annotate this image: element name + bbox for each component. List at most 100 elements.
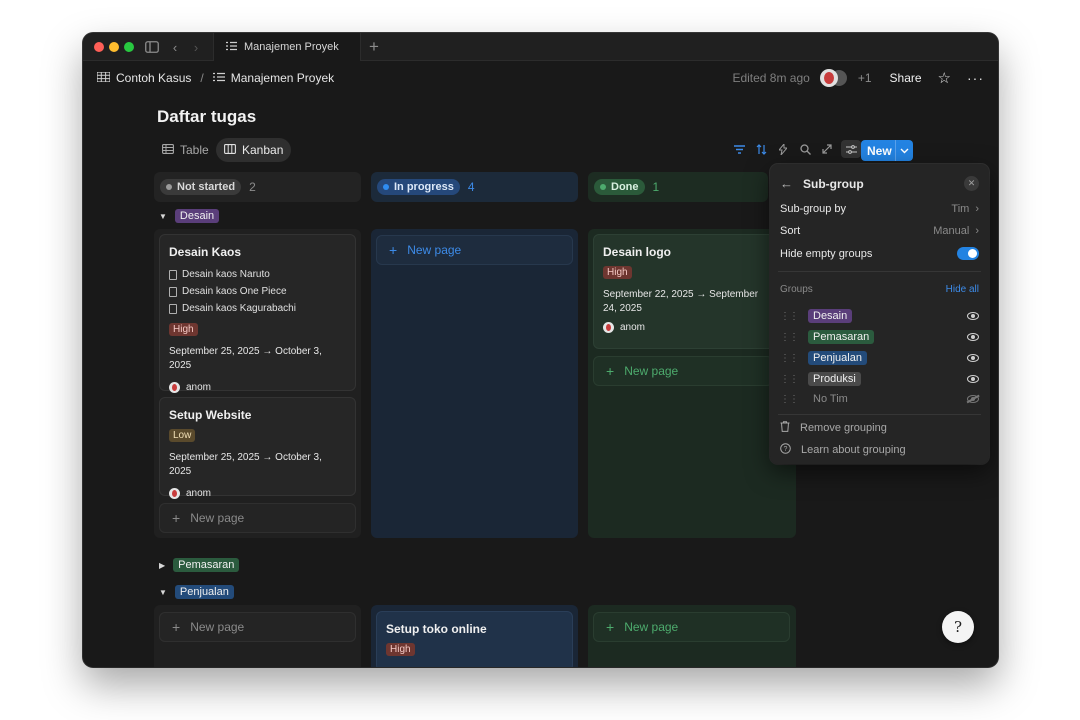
group-toggle-penjualan[interactable]: ▼ Penjualan: [159, 585, 234, 599]
divider: [778, 271, 981, 272]
groups-label: Groups: [780, 284, 813, 295]
drag-handle-icon[interactable]: ⋮⋮: [780, 311, 799, 322]
group-row-pemasaran[interactable]: ⋮⋮ Pemasaran: [780, 330, 979, 344]
tab-label: Kanban: [242, 143, 284, 157]
kanban-icon: [224, 143, 236, 157]
page-header: Contoh Kasus / Manajemen Proyek Edited 8…: [83, 61, 998, 95]
group-row-no-tim[interactable]: ⋮⋮ No Tim: [780, 393, 979, 405]
priority-badge: High: [603, 266, 632, 279]
eye-off-icon[interactable]: [967, 395, 979, 403]
drag-handle-icon[interactable]: ⋮⋮: [780, 353, 799, 364]
card-setup-toko-online[interactable]: Setup toko online High: [376, 611, 573, 667]
new-tab-plus-icon[interactable]: +: [369, 37, 379, 57]
priority-badge: High: [386, 643, 415, 656]
column-header-done[interactable]: Done 1: [588, 172, 768, 202]
new-page-button[interactable]: + New page: [159, 612, 356, 642]
group-row-produksi[interactable]: ⋮⋮ Produksi: [780, 372, 979, 386]
learn-grouping-link[interactable]: ? Learn about grouping: [780, 443, 979, 457]
card-desain-logo[interactable]: Desain logo High September 22, 2025 → Se…: [593, 234, 791, 349]
drag-handle-icon[interactable]: ⋮⋮: [780, 332, 799, 343]
hide-empty-label: Hide empty groups: [780, 247, 873, 260]
hide-all-button[interactable]: Hide all: [946, 284, 979, 295]
group-label: Penjualan: [174, 585, 234, 599]
help-assistant-button[interactable]: ?: [942, 611, 974, 643]
share-button[interactable]: Share: [890, 71, 922, 85]
column-header-not-started[interactable]: Not started 2: [154, 172, 361, 202]
search-icon[interactable]: [797, 140, 813, 158]
card-setup-website[interactable]: Setup Website Low September 25, 2025 → O…: [159, 397, 356, 499]
hide-empty-toggle[interactable]: [957, 247, 979, 260]
star-icon[interactable]: ☆: [938, 69, 951, 87]
date-range: September 22, 2025 → September 24, 2025: [603, 289, 759, 314]
maximize-window-button[interactable]: [124, 42, 134, 52]
assignee: anom: [603, 322, 781, 333]
new-page-label: New page: [190, 511, 245, 525]
column-header-in-progress[interactable]: In progress 4: [371, 172, 578, 202]
tab-table[interactable]: Table: [154, 138, 217, 162]
help-circle-icon: ?: [780, 443, 791, 457]
assignee-name: anom: [186, 382, 212, 393]
remove-grouping-label: Remove grouping: [800, 422, 887, 434]
panel-header: ← Sub-group: [780, 176, 979, 191]
new-page-button[interactable]: + New page: [593, 612, 790, 642]
new-page-button[interactable]: + New page: [376, 235, 573, 265]
page-icon: [169, 286, 177, 297]
more-options-icon[interactable]: ···: [967, 70, 984, 86]
close-window-button[interactable]: [94, 42, 104, 52]
chevron-down-icon[interactable]: [895, 140, 913, 161]
breadcrumb: Contoh Kasus / Manajemen Proyek: [96, 71, 334, 85]
close-icon[interactable]: ✕: [964, 176, 979, 191]
breadcrumb-item-contoh-kasus[interactable]: Contoh Kasus: [116, 71, 191, 85]
filter-icon[interactable]: [731, 140, 747, 158]
new-button[interactable]: New: [861, 140, 913, 161]
sort-icon[interactable]: [753, 140, 769, 158]
avatar: [169, 488, 180, 499]
expand-icon[interactable]: [819, 140, 835, 158]
new-page-label: New page: [624, 620, 679, 634]
checklist-icon: [212, 71, 225, 85]
subitem[interactable]: Desain kaos One Piece: [169, 286, 346, 297]
group-toggle-desain[interactable]: ▼ Desain: [159, 209, 220, 223]
subitem[interactable]: Desain kaos Kagurabachi: [169, 303, 346, 314]
group-name: No Tim: [813, 393, 848, 405]
plus-icon: +: [606, 363, 615, 379]
subitem[interactable]: Desain kaos Naruto: [169, 269, 346, 280]
sort-label: Sort: [780, 225, 801, 237]
assignee: anom: [169, 488, 346, 499]
group-toggle-pemasaran[interactable]: ▶ Pemasaran: [159, 558, 240, 572]
card-desain-kaos[interactable]: Desain Kaos Desain kaos Naruto Desain ka…: [159, 234, 356, 393]
divider: [778, 414, 981, 415]
status-label: Done: [611, 181, 639, 193]
sidebar-toggle-icon[interactable]: [143, 38, 161, 56]
eye-icon[interactable]: [967, 312, 979, 320]
eye-icon[interactable]: [967, 375, 979, 383]
remove-grouping-button[interactable]: Remove grouping: [780, 421, 979, 435]
tab-manajemen-proyek[interactable]: Manajemen Proyek: [213, 33, 361, 61]
back-arrow-icon[interactable]: ‹: [166, 38, 184, 56]
new-page-button[interactable]: + New page: [159, 503, 356, 533]
table-icon: [162, 143, 174, 157]
forward-arrow-icon[interactable]: ›: [187, 38, 205, 56]
page-icon: [169, 269, 177, 280]
new-page-button[interactable]: + New page: [593, 356, 773, 386]
collaborators[interactable]: [819, 69, 848, 87]
subgroup-by-row[interactable]: Sub-group by Tim ›: [780, 203, 979, 215]
drag-handle-icon[interactable]: ⋮⋮: [780, 394, 799, 405]
eye-icon[interactable]: [967, 333, 979, 341]
group-row-desain[interactable]: ⋮⋮ Desain: [780, 309, 979, 323]
page-icon: [169, 303, 177, 314]
back-arrow-icon[interactable]: ←: [780, 176, 793, 191]
sort-row[interactable]: Sort Manual ›: [780, 225, 979, 237]
assignee-name: anom: [186, 488, 212, 499]
breadcrumb-item-manajemen-proyek[interactable]: Manajemen Proyek: [231, 71, 334, 85]
drag-handle-icon[interactable]: ⋮⋮: [780, 374, 799, 385]
tab-kanban[interactable]: Kanban: [216, 138, 292, 162]
status-dot: [383, 184, 389, 190]
minimize-window-button[interactable]: [109, 42, 119, 52]
status-badge: In progress: [377, 179, 460, 195]
automation-bolt-icon[interactable]: [775, 140, 791, 158]
eye-icon[interactable]: [967, 354, 979, 362]
tab-label: Manajemen Proyek: [244, 41, 339, 53]
settings-sliders-icon[interactable]: [841, 140, 861, 158]
group-row-penjualan[interactable]: ⋮⋮ Penjualan: [780, 351, 979, 365]
